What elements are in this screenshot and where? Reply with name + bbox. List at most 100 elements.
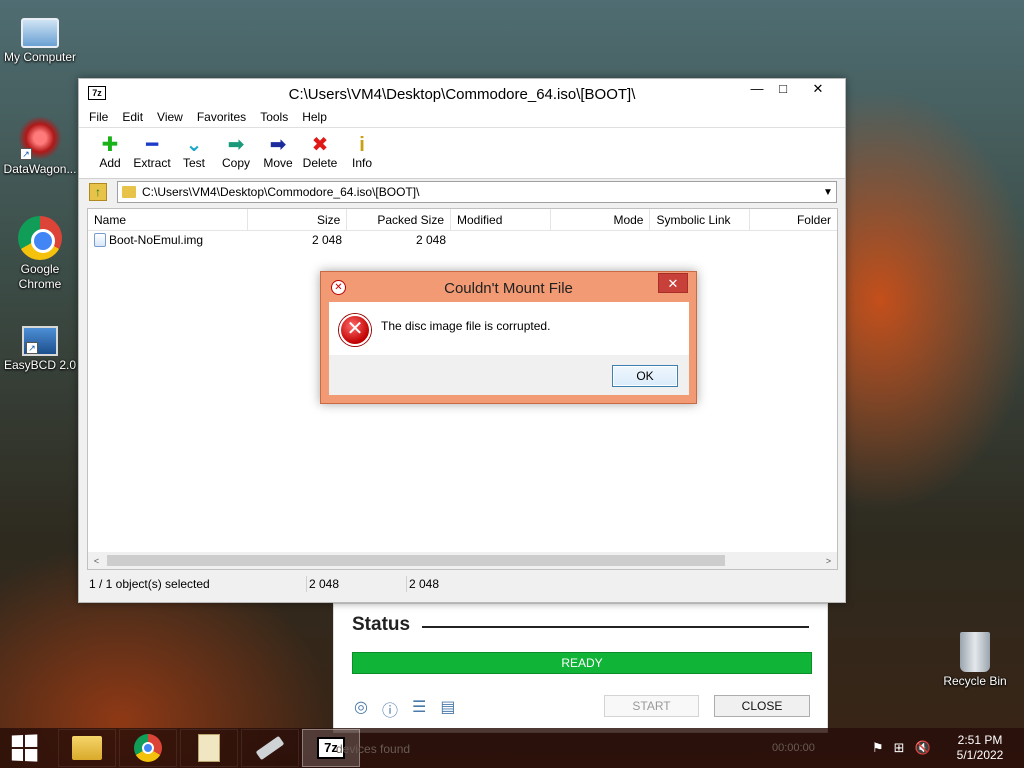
scroll-thumb[interactable] <box>107 555 725 566</box>
test-button[interactable]: ⌄ Test <box>173 128 215 178</box>
dialog-body: ✕ The disc image file is corrupted. <box>329 302 689 355</box>
folder-up-icon[interactable]: ↑ <box>89 183 107 201</box>
selection-status: 1 / 1 object(s) selected <box>87 576 307 592</box>
move-arrow-icon: ➡ <box>269 134 287 156</box>
action-center-flag-icon[interactable]: ⚑ <box>872 740 884 756</box>
status-heading: Status <box>352 614 411 635</box>
taskbar-clock[interactable]: 2:51 PM 5/1/2022 <box>950 733 1010 763</box>
globe-icon[interactable]: ◎ <box>354 697 368 721</box>
address-bar: ↑ C:\Users\VM4\Desktop\Commodore_64.iso\… <box>79 179 845 205</box>
taskbar-notepad[interactable] <box>180 729 238 767</box>
column-symbolic-link[interactable]: Symbolic Link <box>650 209 751 230</box>
toolbar-label: Info <box>351 156 372 170</box>
folder-icon <box>122 186 136 198</box>
underlying-status-text: devices found <box>336 742 411 756</box>
list-item[interactable]: Boot-NoEmul.img 2 048 2 048 <box>88 231 837 249</box>
file-name-cell: Boot-NoEmul.img <box>88 233 248 247</box>
desktop-icon-label: Recycle Bin <box>943 674 1007 688</box>
desktop-icon-label: My Computer <box>3 50 77 64</box>
chevron-down-icon[interactable]: ▼ <box>820 187 836 198</box>
column-mode[interactable]: Mode <box>551 209 651 230</box>
column-modified[interactable]: Modified <box>451 209 551 230</box>
taskbar: 7z devices found 00:00:00 ⚑ ⊞ 🔇 2:51 PM … <box>0 728 1024 768</box>
move-button[interactable]: ➡ Move <box>257 128 299 178</box>
column-name[interactable]: Name <box>88 209 248 230</box>
desktop-icon-label: EasyBCD 2.0 <box>3 358 77 372</box>
toolbar-label: Move <box>263 156 293 170</box>
maximize-button[interactable]: □ <box>769 79 797 99</box>
delete-button[interactable]: ✖ Delete <box>299 128 341 178</box>
desktop-icon-label: Google Chrome <box>18 262 62 291</box>
horizontal-scrollbar[interactable]: < > <box>88 552 837 569</box>
menu-help[interactable]: Help <box>302 110 327 124</box>
plus-icon: ✚ <box>101 134 119 156</box>
delete-x-icon: ✖ <box>311 134 329 156</box>
taskbar-usb-tool[interactable] <box>241 729 299 767</box>
dialog-title: Couldn't Mount File <box>444 280 573 297</box>
dialog-close-button[interactable]: ✕ <box>658 273 688 293</box>
dialog-footer: OK <box>329 355 689 395</box>
selection-size: 2 048 <box>307 576 407 592</box>
shortcut-arrow-icon: ↗ <box>20 148 32 160</box>
menu-tools[interactable]: Tools <box>260 110 288 124</box>
desktop-icon-easybcd[interactable]: ↗ EasyBCD 2.0 <box>0 320 80 373</box>
column-folder[interactable]: Folder <box>750 209 837 230</box>
desktop-icon-my-computer[interactable]: My Computer <box>0 10 80 65</box>
window-close-button[interactable]: ✕ <box>795 79 841 99</box>
ok-button[interactable]: OK <box>612 365 678 387</box>
info-icon[interactable]: ⓘ <box>382 697 398 721</box>
column-packed-size[interactable]: Packed Size <box>347 209 452 230</box>
status-panel: Status READY ◎ ⓘ ☰ ▤ START CLOSE <box>333 603 828 733</box>
copy-button[interactable]: ➡ Copy <box>215 128 257 178</box>
info-button[interactable]: i Info <box>341 128 383 178</box>
status-divider <box>422 626 809 628</box>
scroll-right-icon[interactable]: > <box>820 556 837 566</box>
usb-drive-icon <box>255 735 285 761</box>
desktop-icon-chrome[interactable]: Google Chrome <box>0 216 80 292</box>
settings-sliders-icon[interactable]: ☰ <box>412 697 426 721</box>
menu-bar: File Edit View Favorites Tools Help <box>79 107 845 127</box>
system-tray: ⚑ ⊞ 🔇 <box>872 740 931 756</box>
menu-file[interactable]: File <box>89 110 108 124</box>
error-dialog: ✕ Couldn't Mount File ✕ ✕ The disc image… <box>320 271 697 404</box>
computer-icon <box>21 18 59 48</box>
scroll-track[interactable] <box>105 552 820 569</box>
log-list-icon[interactable]: ▤ <box>440 697 455 721</box>
menu-edit[interactable]: Edit <box>122 110 143 124</box>
start-menu-button[interactable] <box>0 728 48 768</box>
taskbar-chrome[interactable] <box>119 729 177 767</box>
file-size: 2 048 <box>311 233 342 247</box>
scroll-document-icon <box>198 734 220 762</box>
network-icon[interactable]: ⊞ <box>894 740 905 756</box>
column-size[interactable]: Size <box>248 209 348 230</box>
underlying-timer-text: 00:00:00 <box>772 742 815 754</box>
toolbar-label: Copy <box>221 156 250 170</box>
close-button[interactable]: CLOSE <box>714 695 810 717</box>
toolbar-label: Add <box>99 156 121 170</box>
toolbar-label: Test <box>182 156 205 170</box>
window-titlebar[interactable]: 7z C:\Users\VM4\Desktop\Commodore_64.iso… <box>79 79 845 107</box>
shortcut-arrow-icon: ↗ <box>26 342 38 354</box>
folder-icon <box>72 736 102 760</box>
minimize-button[interactable]: — <box>743 79 771 99</box>
file-packed-size: 2 048 <box>415 233 446 247</box>
address-field[interactable]: C:\Users\VM4\Desktop\Commodore_64.iso\[B… <box>117 181 837 203</box>
add-button[interactable]: ✚ Add <box>89 128 131 178</box>
chrome-icon <box>134 734 162 762</box>
volume-muted-icon[interactable]: 🔇 <box>915 740 931 756</box>
start-button[interactable]: START <box>604 695 699 717</box>
image-file-icon <box>94 233 106 247</box>
chrome-icon <box>18 216 62 260</box>
desktop-icon-datawagon[interactable]: ↗ DataWagon... <box>0 116 80 177</box>
dialog-titlebar[interactable]: ✕ Couldn't Mount File ✕ <box>321 272 696 302</box>
extract-button[interactable]: ━ Extract <box>131 128 173 178</box>
error-icon: ✕ <box>339 314 371 346</box>
recycle-bin-icon <box>960 632 990 672</box>
menu-view[interactable]: View <box>157 110 183 124</box>
menu-favorites[interactable]: Favorites <box>197 110 246 124</box>
status-progress-bar: READY <box>352 652 812 674</box>
desktop-icon-recycle-bin[interactable]: Recycle Bin <box>935 632 1015 689</box>
scroll-left-icon[interactable]: < <box>88 556 105 566</box>
minus-icon: ━ <box>145 134 159 156</box>
taskbar-explorer[interactable] <box>58 729 116 767</box>
